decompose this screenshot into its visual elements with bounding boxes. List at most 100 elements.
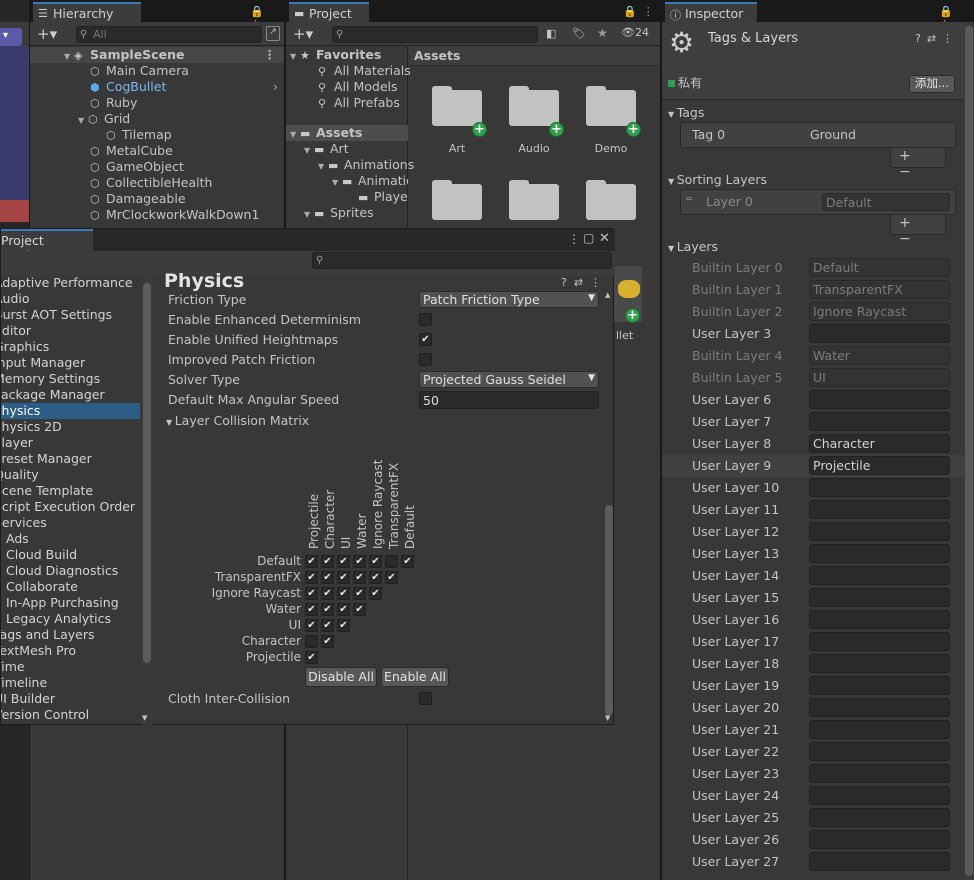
matrix-checkbox[interactable]: ✔ — [337, 555, 350, 568]
settings-category-item[interactable]: Collaborate — [6, 579, 141, 595]
layer-name-field[interactable] — [809, 698, 950, 717]
matrix-checkbox[interactable]: ✔ — [321, 555, 334, 568]
matrix-checkbox[interactable]: ✔ — [353, 571, 366, 584]
settings-category-item[interactable]: UI Builder — [1, 691, 133, 707]
layer-name-field[interactable] — [809, 412, 950, 431]
matrix-checkbox[interactable]: ✔ — [353, 587, 366, 600]
assets-root[interactable]: ▼ ▬ Assets — [286, 125, 408, 141]
matrix-checkbox[interactable]: ✔ — [321, 635, 334, 648]
fold-arrow-icon[interactable]: ▼ — [318, 159, 328, 175]
project-search-input[interactable]: ⚲ — [332, 26, 538, 43]
favorite-item[interactable]: ⚲ All Prefabs — [318, 95, 400, 111]
search-by-type-icon[interactable]: ◧ — [546, 27, 556, 40]
hierarchy-search-input[interactable]: ⚲ All — [76, 26, 262, 43]
matrix-checkbox[interactable]: ✔ — [321, 619, 334, 632]
hierarchy-item[interactable]: ⬡ Main Camera — [90, 63, 189, 79]
settings-category-item[interactable]: Editor — [1, 323, 133, 339]
fold-arrow-icon[interactable]: ▼ — [78, 113, 88, 129]
matrix-checkbox[interactable]: ✔ — [353, 555, 366, 568]
tree-folder[interactable]: ▼▬Animations — [318, 157, 414, 173]
search-by-label-icon[interactable]: 🏷 — [572, 27, 586, 40]
cloth-inter-collision-checkbox[interactable] — [419, 692, 432, 705]
max-angular-speed-input[interactable]: 50 — [419, 391, 599, 409]
matrix-checkbox[interactable]: ✔ — [321, 587, 334, 600]
friction-type-dropdown[interactable]: Patch Friction Type ▼ — [419, 291, 599, 308]
hierarchy-item[interactable]: ⬡ GameObject — [90, 159, 184, 175]
add-object-button[interactable]: +▾ — [37, 25, 57, 43]
settings-category-item[interactable]: Adaptive Performance — [1, 275, 133, 291]
layer-name-field[interactable] — [809, 544, 950, 563]
settings-category-item[interactable]: Ads — [6, 531, 141, 547]
settings-category-item[interactable]: Tags and Layers — [1, 627, 133, 643]
settings-category-item[interactable]: Legacy Analytics — [6, 611, 141, 627]
matrix-checkbox[interactable]: ✔ — [337, 587, 350, 600]
settings-category-item[interactable]: Package Manager — [1, 387, 133, 403]
settings-category-item[interactable]: Input Manager — [1, 355, 133, 371]
fold-arrow-icon[interactable]: ▼ — [304, 143, 314, 159]
layer-name-field[interactable] — [809, 588, 950, 607]
layer-name-field[interactable] — [809, 654, 950, 673]
settings-search-input[interactable]: ⚲ — [312, 252, 612, 269]
hierarchy-item[interactable]: ⬡ MrClockworkWalkDown1 — [90, 207, 259, 223]
collision-matrix-foldout[interactable]: ▼ Layer Collision Matrix — [166, 413, 309, 428]
scroll-down-icon[interactable]: ▼ — [605, 714, 610, 722]
matrix-checkbox[interactable]: ✔ — [353, 603, 366, 616]
fold-arrow-icon[interactable]: ▼ — [290, 49, 300, 65]
scene-row[interactable]: ▼ ◈ SampleScene ⋮ — [30, 47, 284, 63]
asset-folder[interactable]: + Demo — [586, 86, 646, 156]
bullet-prefab-thumbnail[interactable]: + — [614, 266, 642, 323]
drag-handle-icon[interactable]: ═ — [686, 194, 692, 205]
hierarchy-item[interactable]: ⬡ MetalCube — [90, 143, 173, 159]
layer-name-field[interactable] — [809, 786, 950, 805]
tree-folder[interactable]: ▬Player — [358, 189, 408, 205]
window-titlebar[interactable]: Project Settings ⋮ ▢ ✕ — [1, 229, 615, 263]
layer-name-field[interactable] — [809, 390, 950, 409]
favorite-item[interactable]: ⚲ All Models — [318, 79, 398, 95]
matrix-checkbox[interactable]: ✔ — [305, 587, 318, 600]
matrix-checkbox[interactable]: ✔ — [305, 571, 318, 584]
tab-inspector[interactable]: ⓘ Inspector — [665, 2, 757, 22]
fold-arrow-icon[interactable]: ▼ — [64, 49, 74, 65]
scroll-up-icon[interactable]: ▲ — [605, 291, 610, 299]
layer-name-field[interactable] — [809, 742, 950, 761]
fold-arrow-icon[interactable]: ▼ — [304, 207, 314, 223]
window-menu-icon[interactable]: ⋮ — [568, 232, 580, 246]
favorites-header[interactable]: ▼ ★ Favorites — [290, 47, 381, 63]
layer-name-field[interactable] — [809, 676, 950, 695]
tags-foldout[interactable]: ▼ Tags — [668, 105, 704, 120]
sorting-layer-field[interactable]: Default — [822, 193, 950, 211]
tab-hierarchy[interactable]: ☰ Hierarchy — [33, 2, 141, 22]
folder-icon[interactable] — [509, 180, 559, 220]
settings-category-item[interactable]: Physics — [1, 403, 140, 419]
header-buttons[interactable]: ?⇄⋮ — [915, 32, 959, 45]
settings-category-item[interactable]: Timeline — [1, 675, 133, 691]
enable-all-button[interactable]: Enable All — [381, 667, 449, 687]
matrix-checkbox[interactable]: ✔ — [305, 651, 318, 664]
chevron-right-icon[interactable]: › — [273, 79, 278, 95]
layers-foldout[interactable]: ▼ Layers — [668, 239, 718, 254]
scene-visibility-icon[interactable]: ↗ — [266, 26, 280, 41]
settings-category-item[interactable]: Graphics — [1, 339, 133, 355]
fold-arrow-icon[interactable]: ▼ — [290, 127, 300, 143]
matrix-checkbox[interactable]: ✔ — [321, 571, 334, 584]
hierarchy-item[interactable]: ⬡ Damageable — [90, 191, 186, 207]
settings-category-item[interactable]: Services — [1, 515, 133, 531]
fold-arrow-icon[interactable]: ▼ — [332, 175, 342, 189]
solver-type-dropdown[interactable]: Projected Gauss Seidel ▼ — [419, 371, 599, 388]
matrix-checkbox[interactable]: ✔ — [337, 619, 350, 632]
hierarchy-item[interactable]: ⬡ Tilemap — [106, 127, 172, 143]
asset-folder[interactable]: + Art — [432, 86, 492, 156]
settings-category-item[interactable]: Script Execution Order — [1, 499, 135, 515]
layer-name-field[interactable] — [809, 808, 950, 827]
layer-name-field[interactable] — [809, 720, 950, 739]
settings-category-item[interactable]: Version Control — [1, 707, 133, 723]
hierarchy-item[interactable]: ⬡ Ruby — [90, 95, 137, 111]
matrix-checkbox[interactable]: ✔ — [305, 603, 318, 616]
matrix-checkbox[interactable]: ✔ — [337, 571, 350, 584]
hierarchy-item[interactable]: ⬢ CogBullet › — [90, 79, 284, 95]
layer-name-field[interactable] — [809, 324, 950, 343]
matrix-checkbox[interactable]: ✔ — [369, 587, 382, 600]
settings-category-item[interactable]: Quality — [1, 467, 133, 483]
unified-heightmaps-checkbox[interactable]: ✔ — [419, 333, 432, 346]
scroll-down-icon[interactable]: ▼ — [142, 714, 147, 722]
